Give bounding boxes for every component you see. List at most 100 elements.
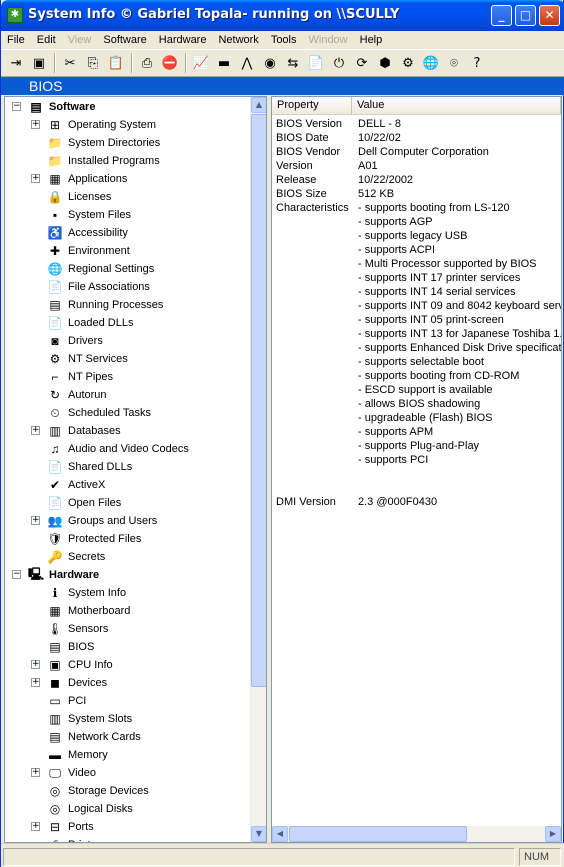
scroll-up-button[interactable]: ▲ xyxy=(251,97,266,113)
tree-item-drivers[interactable]: ◙ Drivers xyxy=(46,332,102,350)
graph-icon[interactable]: ⋀ xyxy=(236,52,258,74)
close-button[interactable]: ✕ xyxy=(539,5,560,26)
cell-value[interactable]: - supports ACPI xyxy=(358,243,435,257)
tree-item-software[interactable]: ▤ Software xyxy=(27,98,95,116)
expand-icon[interactable]: + xyxy=(31,516,40,525)
tree-item-secrets[interactable]: 🔑 Secrets xyxy=(46,548,106,566)
expand-icon[interactable]: + xyxy=(31,822,40,831)
cell-property[interactable]: BIOS Version xyxy=(276,117,342,131)
system-info-app-icon[interactable]: ✱ xyxy=(7,7,23,23)
scroll-down-button[interactable]: ▼ xyxy=(251,826,266,842)
report-icon[interactable]: 📈 xyxy=(190,52,212,74)
tree-item-system-directories[interactable]: 📁 System Directories xyxy=(46,134,161,152)
refresh-icon[interactable]: ⇆ xyxy=(282,52,304,74)
tree-item-installed-programs[interactable]: 📁 Installed Programs xyxy=(46,152,160,170)
tree-item-storage-devices[interactable]: ◎ Storage Devices xyxy=(46,782,149,800)
scroll-right-button[interactable]: ▶ xyxy=(545,826,561,842)
cell-value[interactable]: 512 KB xyxy=(358,187,394,201)
cell-value[interactable]: 10/22/02 xyxy=(358,131,401,145)
tree-item-protected-files[interactable]: 🛡 Protected Files xyxy=(46,530,141,548)
chart-icon[interactable]: ▬ xyxy=(213,52,235,74)
print-icon[interactable]: ⎙ xyxy=(136,52,158,74)
tree-item-licenses[interactable]: 🔒 Licenses xyxy=(46,188,112,206)
tree-item-network-cards[interactable]: ▤ Network Cards xyxy=(46,728,140,746)
tree-item-system-files[interactable]: ▪ System Files xyxy=(46,206,131,224)
cell-value[interactable]: Dell Computer Corporation xyxy=(358,145,489,159)
cell-value[interactable]: - supports Plug-and-Play xyxy=(358,439,479,453)
cell-property[interactable]: Release xyxy=(276,173,316,187)
tree-item-sensors[interactable]: 🌡 Sensors xyxy=(46,620,108,638)
cell-value[interactable]: - supports INT 14 serial services xyxy=(358,285,516,299)
help-icon[interactable]: ? xyxy=(466,52,488,74)
tree-vertical-scrollbar[interactable]: ▲ ▼ xyxy=(250,97,266,842)
cell-value[interactable]: DELL - 8 xyxy=(358,117,401,131)
cell-value[interactable]: 10/22/2002 xyxy=(358,173,413,187)
cell-value[interactable]: - supports APM xyxy=(358,425,433,439)
tree-item-file-associations[interactable]: 📄 File Associations xyxy=(46,278,150,296)
sync-icon[interactable]: ⟳ xyxy=(351,52,373,74)
tree-item-bios[interactable]: ▤ BIOS xyxy=(46,638,94,656)
tree-item-devices[interactable]: ◼ Devices xyxy=(46,674,107,692)
tree-item-nt-pipes[interactable]: ⌐ NT Pipes xyxy=(46,368,113,386)
cell-value[interactable]: - supports PCI xyxy=(358,453,428,467)
tree-item-running-processes[interactable]: ▤ Running Processes xyxy=(46,296,163,314)
cell-value[interactable]: - supports booting from CD-ROM xyxy=(358,369,519,383)
menu-tools[interactable]: Tools xyxy=(265,31,303,49)
expand-icon[interactable]: + xyxy=(31,174,40,183)
tree-item-shared-dlls[interactable]: 📄 Shared DLLs xyxy=(46,458,133,476)
menu-network[interactable]: Network xyxy=(212,31,264,49)
cell-property[interactable]: BIOS Vendor xyxy=(276,145,340,159)
paste-icon[interactable]: 📋 xyxy=(105,52,127,74)
menu-software[interactable]: Software xyxy=(97,31,152,49)
cell-value[interactable]: - supports INT 09 and 8042 keyboard serv xyxy=(358,299,561,313)
cell-value[interactable]: - supports legacy USB xyxy=(358,229,467,243)
tree-item-logical-disks[interactable]: ◎ Logical Disks xyxy=(46,800,133,818)
cell-value[interactable]: A01 xyxy=(358,159,378,173)
power-icon[interactable]: ⏻ xyxy=(328,52,350,74)
tree-item-accessibility[interactable]: ♿ Accessibility xyxy=(46,224,128,242)
tree-item-hardware[interactable]: 🖳 Hardware xyxy=(27,566,99,584)
tree-item-video[interactable]: 🖵 Video xyxy=(46,764,96,782)
expand-icon[interactable]: + xyxy=(31,120,40,129)
tree-item-printers[interactable]: ⎙ Printers xyxy=(46,836,106,843)
cell-property[interactable]: Characteristics xyxy=(276,201,349,215)
cell-value[interactable]: - supports booting from LS-120 xyxy=(358,201,510,215)
tree-item-databases[interactable]: ▥ Databases xyxy=(46,422,120,440)
expand-icon[interactable]: + xyxy=(31,678,40,687)
tree-item-loaded-dlls[interactable]: 📄 Loaded DLLs xyxy=(46,314,134,332)
tree-item-motherboard[interactable]: ▦ Motherboard xyxy=(46,602,130,620)
cut-icon[interactable]: ✂ xyxy=(59,52,81,74)
tree-item-cpu-info[interactable]: ▣ CPU Info xyxy=(46,656,112,674)
cell-property[interactable]: BIOS Date xyxy=(276,131,329,145)
menu-help[interactable]: Help xyxy=(354,31,389,49)
tree-item-audio-and-video-codecs[interactable]: ♫ Audio and Video Codecs xyxy=(46,440,189,458)
tree-item-applications[interactable]: ▦ Applications xyxy=(46,170,127,188)
list-horizontal-scrollbar[interactable]: ◀ ▶ xyxy=(272,826,561,842)
title-bar[interactable]: ✱ System Info © Gabriel Topala- running … xyxy=(1,0,564,31)
cell-value[interactable]: - allows BIOS shadowing xyxy=(358,397,480,411)
exit-icon[interactable]: ⇥ xyxy=(5,52,27,74)
cell-value[interactable]: - ESCD support is available xyxy=(358,383,493,397)
cell-property[interactable]: DMI Version xyxy=(276,495,336,509)
tree-item-operating-system[interactable]: ⊞ Operating System xyxy=(46,116,156,134)
cell-value[interactable]: - supports selectable boot xyxy=(358,355,484,369)
tree-item-open-files[interactable]: 📄 Open Files xyxy=(46,494,122,512)
collapse-icon[interactable]: − xyxy=(12,102,21,111)
cell-value[interactable]: - Multi Processor supported by BIOS xyxy=(358,257,537,271)
cell-value[interactable]: - supports INT 05 print-screen xyxy=(358,313,504,327)
tree-item-system-slots[interactable]: ▥ System Slots xyxy=(46,710,132,728)
tree-item-environment[interactable]: ✚ Environment xyxy=(46,242,130,260)
expand-icon[interactable]: + xyxy=(31,768,40,777)
cell-value[interactable]: 2.3 @000F0430 xyxy=(358,495,437,509)
tree-item-groups-and-users[interactable]: 👥 Groups and Users xyxy=(46,512,158,530)
collapse-icon[interactable]: − xyxy=(12,570,21,579)
maximize-button[interactable]: □ xyxy=(515,5,536,26)
tree-item-pci[interactable]: ▭ PCI xyxy=(46,692,86,710)
tree-item-ports[interactable]: ⊟ Ports xyxy=(46,818,94,836)
document-icon[interactable]: 📄 xyxy=(305,52,327,74)
cell-value[interactable]: - supports Enhanced Disk Drive specifica… xyxy=(358,341,561,355)
column-header-value[interactable]: Value xyxy=(352,97,561,114)
tree-item-autorun[interactable]: ↻ Autorun xyxy=(46,386,107,404)
menu-edit[interactable]: Edit xyxy=(31,31,62,49)
cell-value[interactable]: - upgradeable (Flash) BIOS xyxy=(358,411,493,425)
